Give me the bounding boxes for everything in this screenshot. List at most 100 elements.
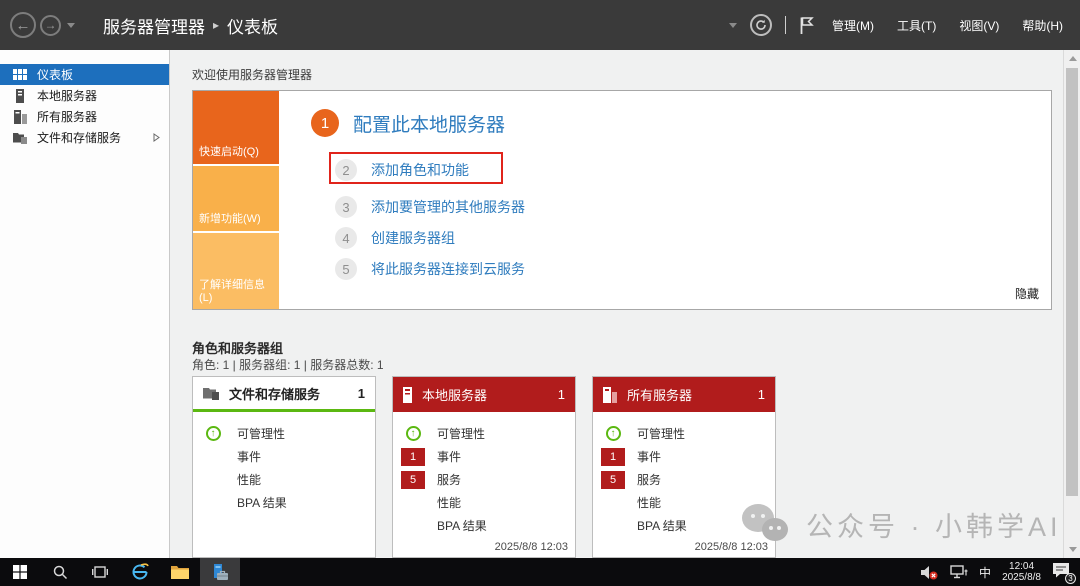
sidebar-item-local-server[interactable]: 本地服务器 (0, 85, 169, 106)
ok-up-arrow-icon: ↑ (406, 426, 421, 441)
server-icon (403, 387, 412, 403)
roles-section-summary: 角色: 1 | 服务器组: 1 | 服务器总数: 1 (192, 356, 384, 373)
welcome-heading: 欢迎使用服务器管理器 (192, 66, 312, 83)
start-button[interactable] (0, 558, 40, 586)
hide-link[interactable]: 隐藏 (1015, 285, 1039, 302)
row-link[interactable]: 可管理性 (437, 425, 485, 442)
servers-icon (603, 387, 617, 403)
toolbar-separator (785, 16, 786, 34)
breadcrumb-separator-icon: ▸ (213, 18, 219, 32)
action-center-button[interactable]: 3 (1052, 562, 1074, 582)
forward-button[interactable]: → (40, 15, 61, 36)
card-title: 本地服务器 (422, 385, 487, 404)
step-number: 4 (335, 227, 357, 249)
step-link[interactable]: 将此服务器连接到云服务 (371, 259, 525, 279)
row-link[interactable]: 性能 (437, 494, 461, 511)
card-file-storage-services: 文件和存储服务 1 ↑ 可管理性 事件 (192, 376, 376, 558)
vertical-scrollbar[interactable] (1063, 50, 1080, 558)
folder-icon (171, 565, 189, 579)
card-header[interactable]: 本地服务器 1 (393, 377, 575, 412)
row-link[interactable]: 服务 (637, 471, 661, 488)
row-link[interactable]: 事件 (637, 448, 661, 465)
card-row-performance: 性能 (393, 491, 575, 514)
menu-view[interactable]: 视图(V) (954, 13, 1004, 38)
welcome-tile: 快速启动(Q) 新增功能(W) 了解详细信息(L) 1 配置此本地服务器 2 添… (192, 90, 1052, 310)
server-icon (12, 89, 28, 103)
step-link[interactable]: 添加要管理的其他服务器 (371, 197, 525, 217)
expand-arrow-icon[interactable] (153, 133, 169, 142)
scroll-down-icon[interactable] (1069, 547, 1077, 552)
menu-manage[interactable]: 管理(M) (827, 13, 879, 38)
row-link[interactable]: 可管理性 (637, 425, 685, 442)
step-add-roles-features[interactable]: 2 添加角色和功能 (335, 159, 469, 181)
step-add-other-servers[interactable]: 3 添加要管理的其他服务器 (335, 196, 525, 218)
row-link[interactable]: BPA 结果 (437, 517, 487, 534)
search-icon (53, 565, 68, 580)
alert-count-badge[interactable]: 1 (601, 448, 625, 466)
row-link[interactable]: 事件 (437, 448, 461, 465)
row-link[interactable]: 服务 (437, 471, 461, 488)
volume-muted-icon[interactable] (921, 565, 939, 580)
menu-help[interactable]: 帮助(H) (1017, 13, 1068, 38)
card-count: 1 (758, 387, 765, 402)
menu-tools[interactable]: 工具(T) (892, 13, 941, 38)
dashboard-grid-icon (12, 69, 28, 80)
sidebar-nav: 仪表板 本地服务器 所有服务器 文件和存储服务 (0, 50, 170, 558)
back-button[interactable]: ← (10, 12, 36, 38)
file-storage-icon (12, 131, 28, 144)
row-link[interactable]: 事件 (237, 448, 261, 465)
sidebar-item-all-servers[interactable]: 所有服务器 (0, 106, 169, 127)
windows-logo-icon (13, 565, 27, 579)
scrollbar-thumb[interactable] (1066, 68, 1078, 496)
breadcrumb: 服务器管理器 ▸ 仪表板 (103, 13, 278, 38)
clock-time: 12:04 (1002, 561, 1041, 572)
watermark: 公众号 · 小韩学AI (742, 502, 1062, 546)
card-row-performance: 性能 (593, 491, 775, 514)
nav-dropdown-icon[interactable] (67, 23, 75, 28)
row-link[interactable]: 性能 (237, 471, 261, 488)
toolbar-dropdown-icon[interactable] (729, 23, 737, 28)
row-link[interactable]: 性能 (637, 494, 661, 511)
step-connect-cloud-services[interactable]: 5 将此服务器连接到云服务 (335, 258, 525, 280)
card-header[interactable]: 所有服务器 1 (593, 377, 775, 412)
servers-icon (12, 110, 28, 124)
alert-count-badge[interactable]: 1 (401, 448, 425, 466)
internet-explorer-button[interactable] (120, 558, 160, 586)
alert-count-badge[interactable]: 5 (401, 471, 425, 489)
sidebar-item-file-storage-services[interactable]: 文件和存储服务 (0, 127, 169, 148)
refresh-icon (755, 19, 767, 31)
row-link[interactable]: BPA 结果 (637, 517, 687, 534)
search-button[interactable] (40, 558, 80, 586)
refresh-button[interactable] (750, 14, 772, 36)
card-row-events: 1 事件 (393, 445, 575, 468)
row-link[interactable]: BPA 结果 (237, 494, 287, 511)
sidebar-item-dashboard[interactable]: 仪表板 (0, 64, 169, 85)
taskbar-clock[interactable]: 12:04 2025/8/8 (1002, 561, 1041, 583)
row-link[interactable]: 可管理性 (237, 425, 285, 442)
file-explorer-button[interactable] (160, 558, 200, 586)
step-link[interactable]: 添加角色和功能 (371, 160, 469, 180)
network-icon[interactable] (950, 565, 968, 579)
step-link[interactable]: 创建服务器组 (371, 228, 455, 248)
sidebar-item-label: 文件和存储服务 (37, 129, 121, 146)
card-header[interactable]: 文件和存储服务 1 (193, 377, 375, 412)
titlebar: ← → 服务器管理器 ▸ 仪表板 管理(M) 工具(T) 视图(V) 帮助(H) (0, 0, 1080, 50)
breadcrumb-current: 仪表板 (227, 13, 278, 38)
server-manager-taskbar-button[interactable] (200, 558, 240, 586)
card-row-services: 5 服务 (393, 468, 575, 491)
step-create-server-group[interactable]: 4 创建服务器组 (335, 227, 455, 249)
task-view-button[interactable] (80, 558, 120, 586)
ime-indicator[interactable]: 中 (979, 564, 991, 581)
sidebar-item-label: 所有服务器 (37, 108, 97, 125)
card-timestamp: 2025/8/8 12:03 (495, 541, 568, 553)
alert-count-badge[interactable]: 5 (601, 471, 625, 489)
step-configure-local-server[interactable]: 1 配置此本地服务器 (311, 109, 505, 137)
notifications-flag-icon[interactable] (799, 16, 814, 35)
card-row-bpa: BPA 结果 (393, 514, 575, 537)
step-link[interactable]: 配置此本地服务器 (353, 110, 505, 137)
card-count: 1 (558, 387, 565, 402)
step-number: 1 (311, 109, 339, 137)
scroll-up-icon[interactable] (1069, 56, 1077, 61)
card-row-bpa: BPA 结果 (593, 514, 775, 537)
file-storage-icon (203, 386, 219, 400)
